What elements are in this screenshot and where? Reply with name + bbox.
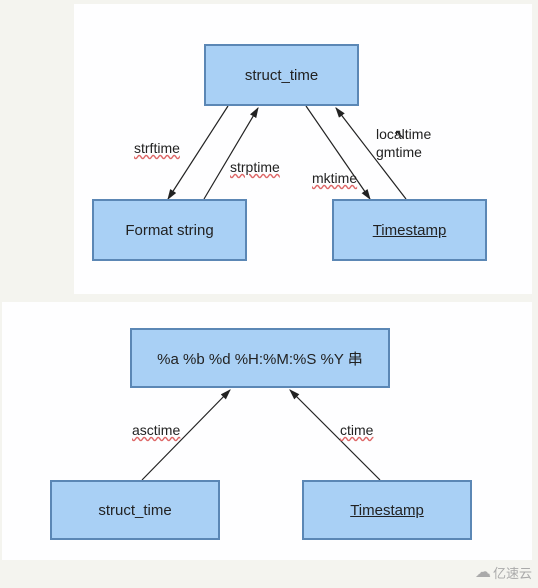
- node-label: struct_time: [245, 67, 318, 84]
- node-struct-time-1: struct_time: [204, 44, 359, 106]
- edge-ctime: ctime: [340, 422, 373, 438]
- diagram-panel-2: %a %b %d %H:%M:%S %Y 串 struct_time Times…: [2, 302, 532, 560]
- edge-mktime: mktime: [312, 170, 357, 186]
- cloud-icon: ☁: [475, 562, 491, 582]
- node-label: Timestamp: [373, 222, 447, 239]
- node-label: Timestamp: [350, 502, 424, 519]
- watermark: ☁ 亿速云: [475, 562, 532, 582]
- edge-localtime: localtime: [376, 126, 431, 142]
- node-label: struct_time: [98, 502, 171, 519]
- node-format-pattern: %a %b %d %H:%M:%S %Y 串: [130, 328, 390, 388]
- node-format-string: Format string: [92, 199, 247, 261]
- edge-strptime: strptime: [230, 159, 280, 175]
- node-label: %a %b %d %H:%M:%S %Y 串: [157, 348, 363, 369]
- watermark-text: 亿速云: [493, 563, 532, 582]
- diagram-panel-1: struct_time Format string Timestamp strf…: [74, 4, 532, 294]
- edge-strftime: strftime: [134, 140, 180, 156]
- edge-asctime: asctime: [132, 422, 180, 438]
- node-struct-time-2: struct_time: [50, 480, 220, 540]
- edge-gmtime: gmtime: [376, 144, 422, 160]
- node-timestamp-1: Timestamp: [332, 199, 487, 261]
- node-timestamp-2: Timestamp: [302, 480, 472, 540]
- node-label: Format string: [125, 222, 213, 239]
